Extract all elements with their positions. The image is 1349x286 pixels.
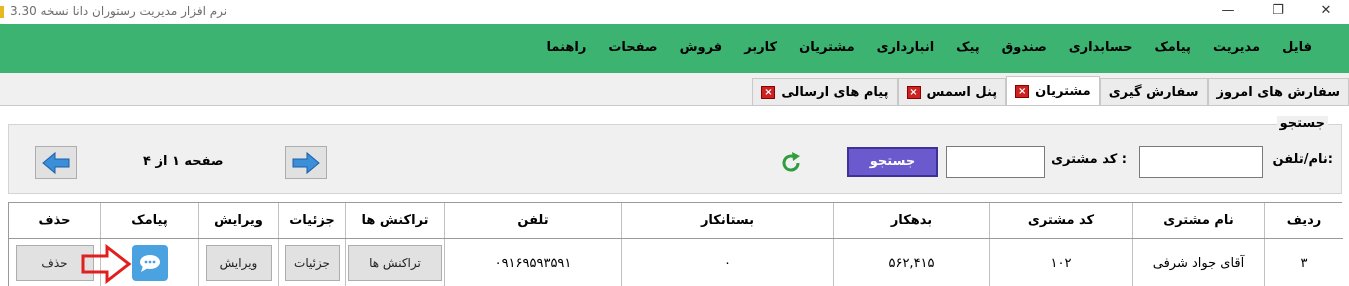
main-menu-bar: فایل مدیریت پیامک حسابداری صندوق پیک انب…: [0, 24, 1349, 73]
transactions-button[interactable]: تراکنش ها: [348, 245, 442, 281]
details-cell: جزئیات: [279, 239, 346, 286]
close-x-icon[interactable]: ×: [906, 86, 921, 99]
header-sms: پیامک: [101, 203, 199, 238]
header-row: ردیف: [1286, 213, 1322, 228]
menu-cashbox[interactable]: صندوق: [1002, 40, 1047, 55]
tab-label: سفارش های امروز: [1216, 85, 1340, 100]
table-row[interactable]: حذف ویرایش جزئیات تراکنش ها ۰۹۱۶۹۵۹۳۵۹۱ …: [9, 239, 1343, 286]
customer-code-label: کد مشتری :: [1051, 152, 1127, 167]
header-creditor: بستانکار: [622, 203, 834, 238]
customers-grid: حذف پیامک ویرایش جزئیات تراکنش ها تلفن ب…: [8, 202, 1343, 286]
tab-label: سفارش گیری: [1108, 85, 1199, 100]
header-name: نام مشتری: [1133, 203, 1265, 238]
menu-sms[interactable]: پیامک: [1155, 40, 1191, 55]
header-edit: ویرایش: [199, 203, 279, 238]
header-code: کد مشتری: [990, 203, 1133, 238]
tab-order-taking[interactable]: سفارش گیری: [1099, 78, 1208, 106]
menu-user[interactable]: کاربر: [744, 40, 777, 55]
menu-courier[interactable]: پیک: [956, 40, 980, 55]
phone-cell: ۰۹۱۶۹۵۹۳۵۹۱: [445, 239, 622, 286]
search-group-title: جستجو: [1276, 116, 1328, 131]
edit-cell: ویرایش: [199, 239, 279, 286]
next-page-button[interactable]: [285, 146, 327, 179]
search-button[interactable]: جستجو: [847, 147, 938, 177]
header-debtor: بدهکار: [834, 203, 990, 238]
page-indicator: صفحه ۱ از ۴: [143, 154, 224, 169]
menu-management[interactable]: مدیریت: [1213, 40, 1260, 55]
tab-label: پنل اسمس: [926, 85, 998, 100]
customer-code-input[interactable]: [946, 146, 1045, 178]
header-transactions: تراکنش ها: [346, 203, 445, 238]
tab-strip: سفارش های امروز سفارش گیری مشتریان × پنل…: [0, 73, 1349, 106]
tab-sms-panel[interactable]: پنل اسمس ×: [897, 78, 1007, 106]
menu-items: فایل مدیریت پیامک حسابداری صندوق پیک انب…: [524, 40, 1312, 55]
details-button[interactable]: جزئیات: [284, 245, 340, 281]
debtor-cell: ۵۶۲,۴۱۵: [834, 239, 990, 286]
chat-bubble-icon: [139, 255, 160, 272]
app-icon: [0, 6, 4, 18]
menu-file[interactable]: فایل: [1282, 40, 1312, 55]
refresh-icon[interactable]: [779, 151, 803, 175]
menu-pages[interactable]: صفحات: [608, 40, 657, 55]
red-arrow-annotation: [81, 244, 132, 284]
tab-label: مشتریان: [1035, 84, 1091, 99]
menu-warehouse[interactable]: انبارداری: [877, 40, 935, 55]
code-cell: ۱۰۲: [990, 239, 1133, 286]
tab-today-orders[interactable]: سفارش های امروز: [1207, 78, 1349, 106]
sms-button[interactable]: [131, 245, 168, 281]
tab-sent-messages[interactable]: پیام های ارسالی ×: [752, 78, 898, 106]
name-phone-label: نام/تلفن:: [1272, 152, 1334, 167]
title-bar: نرم افزار مدیریت رستوران دانا نسخه 3.30 …: [0, 0, 1349, 24]
transactions-cell: تراکنش ها: [346, 239, 445, 286]
menu-help[interactable]: راهنما: [546, 40, 586, 55]
close-x-icon[interactable]: ×: [761, 86, 776, 99]
header-details: جزئیات: [279, 203, 346, 238]
edit-button[interactable]: ویرایش: [205, 245, 272, 281]
maximize-button[interactable]: ❐: [1255, 0, 1301, 24]
tab-customers[interactable]: مشتریان ×: [1006, 76, 1100, 106]
menu-sales[interactable]: فروش: [680, 40, 723, 55]
prev-page-button[interactable]: [35, 146, 77, 179]
close-button[interactable]: ✕: [1303, 0, 1349, 24]
menu-customers[interactable]: مشتریان: [799, 40, 855, 55]
tab-label: پیام های ارسالی: [781, 85, 889, 100]
header-delete: حذف: [9, 203, 101, 238]
arrow-right-icon: [292, 151, 320, 174]
window-title: نرم افزار مدیریت رستوران دانا نسخه 3.30: [10, 4, 228, 18]
menu-accounting[interactable]: حسابداری: [1069, 40, 1133, 55]
grid-header-row: حذف پیامک ویرایش جزئیات تراکنش ها تلفن ب…: [9, 203, 1343, 239]
name-phone-input[interactable]: [1139, 146, 1263, 178]
name-cell: آقای جواد شرفی: [1133, 239, 1265, 286]
close-x-icon[interactable]: ×: [1015, 85, 1030, 98]
minimize-button[interactable]: —: [1205, 0, 1251, 24]
arrow-left-icon: [42, 151, 70, 174]
creditor-cell: ۰: [622, 239, 834, 286]
header-phone: تلفن: [445, 203, 622, 238]
row-number-cell: ۳: [1300, 255, 1308, 271]
